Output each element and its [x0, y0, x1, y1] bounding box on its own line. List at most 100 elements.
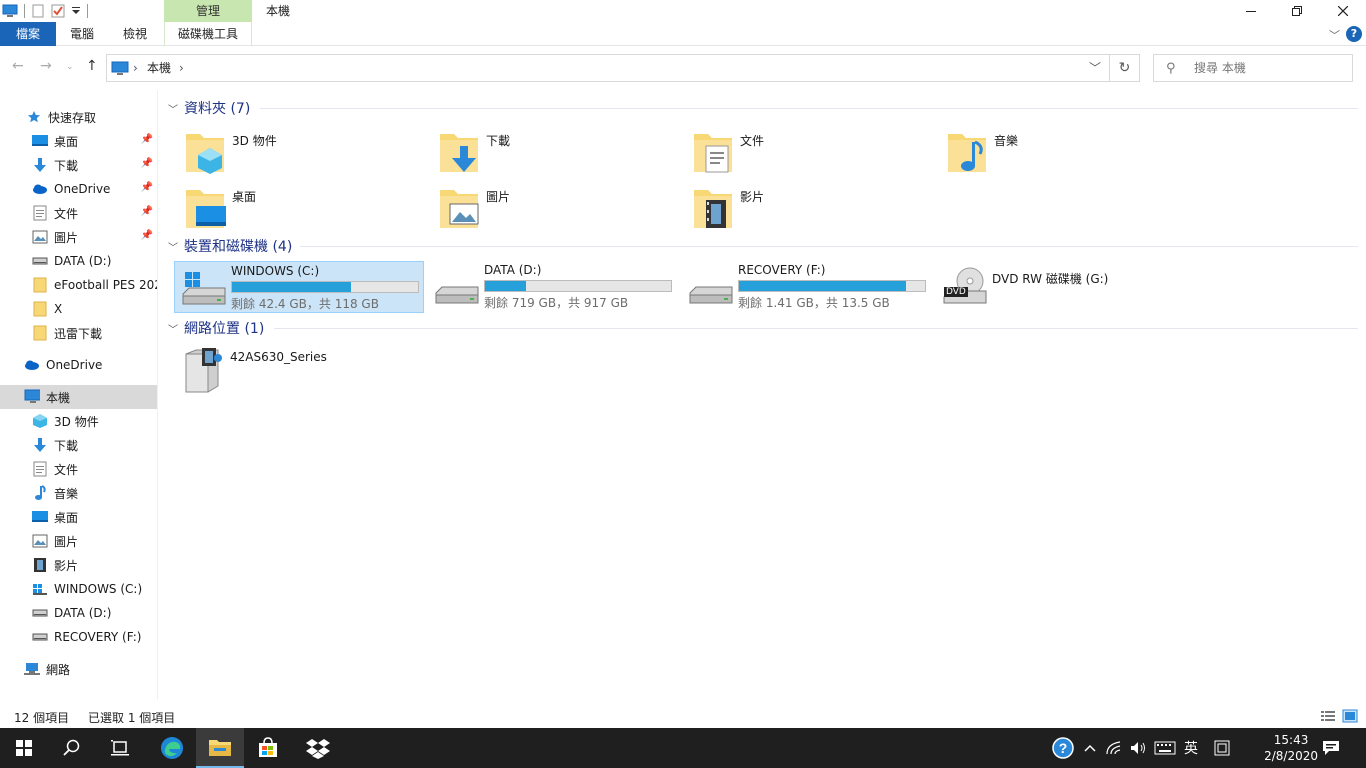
manage-context-tab[interactable]: 管理 — [164, 0, 252, 22]
up-arrow-icon[interactable]: ↑ — [86, 58, 98, 74]
folder-music[interactable]: 音樂 — [946, 128, 1018, 176]
sidebar-item-windows-drive[interactable]: WINDOWS (C:) — [0, 577, 157, 601]
network-item-42as630[interactable]: 42AS630_Series — [182, 346, 327, 394]
clock-time: 15:43 — [1273, 733, 1309, 747]
task-view-button[interactable] — [96, 728, 144, 768]
help-icon[interactable]: ? — [1346, 26, 1362, 42]
sidebar-item-downloads[interactable]: 下載 📌 — [0, 153, 157, 177]
sidebar-item-data-drive[interactable]: DATA (D:) — [0, 249, 157, 273]
title-bar: 管理 本機 — [0, 0, 1366, 22]
group-header-folders[interactable]: ﹀ 資料夾 (7) — [168, 98, 250, 118]
sidebar-item-pc-data-drive[interactable]: DATA (D:) — [0, 601, 157, 625]
sidebar-item-videos[interactable]: 影片 — [0, 553, 157, 577]
ime-mode-button[interactable] — [1214, 728, 1230, 768]
network-tray-button[interactable] — [1106, 728, 1122, 768]
back-arrow-icon[interactable]: ← — [12, 58, 24, 74]
close-button[interactable] — [1320, 0, 1366, 22]
sidebar-item-label: DATA (D:) — [54, 606, 112, 620]
sidebar-item-network[interactable]: 網路 — [0, 657, 157, 681]
chevron-down-icon[interactable]: ﹀ — [1089, 59, 1101, 76]
drive-name: DATA (D:) — [484, 263, 542, 277]
sidebar-item-3d-objects[interactable]: 3D 物件 — [0, 409, 157, 433]
drive-icon — [32, 605, 48, 621]
sidebar-item-recovery-drive[interactable]: RECOVERY (F:) — [0, 625, 157, 649]
drive-data-d[interactable]: DATA (D:) 剩餘 719 GB，共 917 GB — [428, 261, 678, 313]
folder-videos[interactable]: 影片 — [692, 184, 764, 232]
folder-downloads[interactable]: 下載 — [438, 128, 510, 176]
group-header-devices[interactable]: ﹀ 裝置和磁碟機 (4) — [168, 236, 292, 256]
sidebar-item-desktop[interactable]: 桌面 📌 — [0, 129, 157, 153]
folder-pictures[interactable]: 圖片 — [438, 184, 510, 232]
edge-taskbar-button[interactable] — [148, 728, 196, 768]
forward-arrow-icon[interactable]: → — [40, 58, 52, 74]
breadcrumb-separator-icon[interactable]: › — [133, 55, 138, 81]
restore-button[interactable] — [1274, 0, 1320, 22]
sidebar-item-efootball[interactable]: eFootball PES 2020 — [0, 273, 157, 297]
sidebar-item-label: 桌面 — [54, 510, 79, 525]
recent-locations-icon[interactable]: ⌄ — [66, 62, 74, 72]
sidebar-item-this-pc[interactable]: 本機 — [0, 385, 157, 409]
folder-desktop[interactable]: 桌面 — [184, 184, 256, 232]
drive-dvd-g[interactable]: DVD DVD RW 磁碟機 (G:) — [936, 261, 1186, 313]
search-icon — [63, 739, 80, 756]
drive-usage-bar — [738, 280, 926, 292]
volume-tray-button[interactable] — [1130, 728, 1148, 768]
pin-icon[interactable]: 📌 — [141, 158, 153, 169]
file-explorer-taskbar-button[interactable] — [196, 728, 244, 768]
windows-drive-icon — [32, 581, 48, 597]
pin-icon[interactable]: 📌 — [141, 206, 153, 217]
dropbox-taskbar-button[interactable] — [294, 728, 342, 768]
properties-icon[interactable] — [31, 4, 45, 18]
drive-windows-c[interactable]: WINDOWS (C:) 剩餘 42.4 GB，共 118 GB — [174, 261, 424, 313]
show-hidden-icons-button[interactable] — [1084, 728, 1096, 768]
pin-icon[interactable]: 📌 — [141, 182, 153, 193]
sidebar-item-pc-pictures[interactable]: 圖片 — [0, 529, 157, 553]
folder-3d-objects[interactable]: 3D 物件 — [184, 128, 277, 176]
details-view-icon[interactable] — [1320, 709, 1336, 723]
ime-indicator[interactable]: 英 — [1184, 728, 1198, 768]
start-button[interactable] — [0, 728, 48, 768]
media-server-icon — [182, 346, 226, 394]
3d-objects-folder-icon — [184, 128, 228, 176]
search-taskbar-button[interactable] — [48, 728, 96, 768]
minimize-button[interactable] — [1228, 0, 1274, 22]
store-taskbar-button[interactable] — [244, 728, 292, 768]
sidebar-item-music[interactable]: 音樂 — [0, 481, 157, 505]
keyboard-tray-button[interactable] — [1154, 728, 1176, 768]
tab-computer[interactable]: 電腦 — [56, 22, 108, 46]
sidebar-item-xunlei[interactable]: 迅雷下載 — [0, 321, 157, 345]
sidebar-item-onedrive[interactable]: OneDrive — [0, 353, 157, 377]
refresh-button[interactable]: ↻ — [1110, 54, 1140, 82]
music-icon — [32, 485, 48, 501]
drive-recovery-f[interactable]: RECOVERY (F:) 剩餘 1.41 GB，共 13.5 GB — [682, 261, 932, 313]
sidebar-item-pc-downloads[interactable]: 下載 — [0, 433, 157, 457]
pin-icon[interactable]: 📌 — [141, 230, 153, 241]
sidebar-item-onedrive-quick[interactable]: OneDrive 📌 — [0, 177, 157, 201]
folder-icon — [32, 301, 48, 317]
pin-icon[interactable]: 📌 — [141, 134, 153, 145]
system-clock[interactable]: 15:43 2/8/2020 — [1264, 732, 1318, 764]
sidebar-item-documents[interactable]: 文件 📌 — [0, 201, 157, 225]
dropdown-arrow-icon[interactable] — [71, 4, 81, 18]
tab-drive-tools[interactable]: 磁碟機工具 — [164, 22, 252, 46]
tab-file[interactable]: 檔案 — [0, 22, 56, 46]
tab-view[interactable]: 檢視 — [108, 22, 162, 46]
search-input[interactable]: ⚲ 搜尋 本機 — [1153, 54, 1353, 82]
view-switcher — [1320, 709, 1358, 723]
sidebar-item-pictures[interactable]: 圖片 📌 — [0, 225, 157, 249]
ribbon-expand-icon[interactable]: ﹀ — [1329, 27, 1340, 43]
sidebar-item-pc-documents[interactable]: 文件 — [0, 457, 157, 481]
sidebar-item-quick-access[interactable]: 快速存取 — [0, 105, 157, 129]
breadcrumb-separator-icon[interactable]: › — [179, 55, 184, 81]
help-tray-button[interactable]: ? — [1052, 728, 1074, 768]
checkmark-icon[interactable] — [51, 4, 65, 18]
group-header-network[interactable]: ﹀ 網路位置 (1) — [168, 318, 264, 338]
address-bar[interactable]: › 本機 › ﹀ — [106, 54, 1110, 82]
large-icons-view-icon[interactable] — [1342, 709, 1358, 723]
drive-name: RECOVERY (F:) — [738, 263, 826, 277]
sidebar-item-pc-desktop[interactable]: 桌面 — [0, 505, 157, 529]
breadcrumb[interactable]: 本機 — [147, 55, 171, 81]
folder-documents[interactable]: 文件 — [692, 128, 764, 176]
sidebar-item-x[interactable]: X — [0, 297, 157, 321]
action-center-button[interactable] — [1322, 728, 1340, 768]
